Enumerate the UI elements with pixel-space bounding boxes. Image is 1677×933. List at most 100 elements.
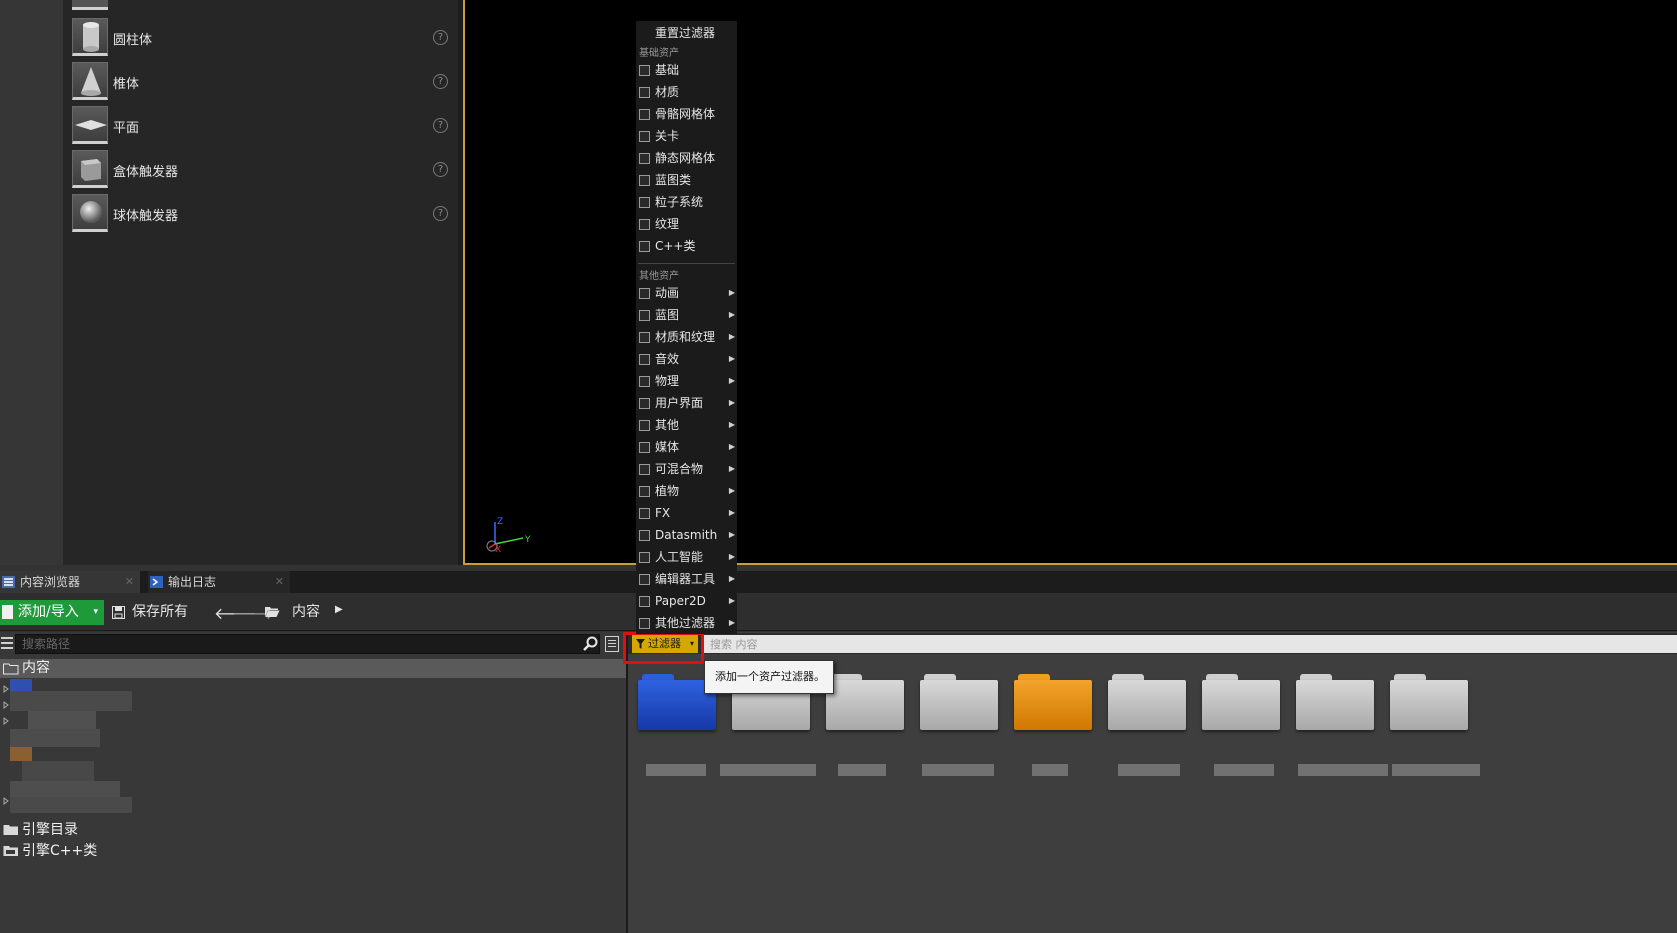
filter-checkbox[interactable] bbox=[639, 175, 650, 186]
tab-content-browser[interactable]: 内容浏览器 ✕ bbox=[0, 571, 140, 593]
filter-submenu-item[interactable]: 编辑器工具 ▶ bbox=[636, 568, 737, 590]
tree-expand-icon[interactable] bbox=[3, 717, 9, 725]
filter-submenu-item[interactable]: 其他 ▶ bbox=[636, 414, 737, 436]
filter-checkbox[interactable] bbox=[639, 618, 650, 629]
open-folder-icon[interactable] bbox=[264, 605, 280, 618]
filter-checkbox[interactable] bbox=[639, 65, 650, 76]
help-icon[interactable]: ? bbox=[433, 118, 448, 133]
filter-submenu-item[interactable]: 音效 ▶ bbox=[636, 348, 737, 370]
filters-button[interactable]: 过滤器 ▾ bbox=[632, 635, 698, 653]
cone-thumbnail-icon bbox=[72, 62, 108, 100]
previous-item-thumbnail[interactable] bbox=[72, 0, 108, 10]
filter-menu-item[interactable]: 关卡 bbox=[636, 125, 737, 147]
filter-submenu-item[interactable]: 植物 ▶ bbox=[636, 480, 737, 502]
breadcrumb-content[interactable]: 内容 bbox=[292, 600, 320, 625]
filter-menu-item[interactable]: C++类 bbox=[636, 235, 737, 257]
filter-menu-label: 音效 bbox=[655, 352, 680, 366]
filter-submenu-item[interactable]: 媒体 ▶ bbox=[636, 436, 737, 458]
place-item-box-trigger[interactable]: 盒体触发器 ? bbox=[63, 147, 458, 191]
filter-menu-item[interactable]: 静态网格体 bbox=[636, 147, 737, 169]
filter-checkbox[interactable] bbox=[639, 332, 650, 343]
cylinder-thumbnail-icon bbox=[72, 18, 108, 56]
asset-folder-tile[interactable] bbox=[920, 674, 1000, 730]
place-item-cone[interactable]: 椎体 ? bbox=[63, 59, 458, 103]
asset-folder-tile[interactable] bbox=[1014, 674, 1094, 730]
close-icon[interactable]: ✕ bbox=[125, 571, 134, 593]
filter-submenu-item[interactable]: FX ▶ bbox=[636, 502, 737, 524]
filter-checkbox[interactable] bbox=[639, 354, 650, 365]
help-icon[interactable]: ? bbox=[433, 206, 448, 221]
tree-item-content[interactable]: 内容 bbox=[0, 659, 626, 678]
filter-submenu-item[interactable]: 其他过滤器 ▶ bbox=[636, 612, 737, 634]
path-search-input[interactable] bbox=[15, 634, 600, 654]
filter-submenu-item[interactable]: 用户界面 ▶ bbox=[636, 392, 737, 414]
tree-item-engine-content[interactable]: 引擎目录 bbox=[0, 820, 200, 840]
filter-checkbox[interactable] bbox=[639, 442, 650, 453]
filter-menu-item[interactable]: 材质 bbox=[636, 81, 737, 103]
filter-menu-label: 用户界面 bbox=[655, 396, 704, 410]
tree-expand-icon[interactable] bbox=[3, 797, 9, 805]
search-icon[interactable] bbox=[583, 636, 598, 651]
filter-checkbox[interactable] bbox=[639, 153, 650, 164]
tree-expand-icon[interactable] bbox=[3, 685, 9, 693]
filter-checkbox[interactable] bbox=[639, 530, 650, 541]
help-icon[interactable]: ? bbox=[433, 74, 448, 89]
save-all-button[interactable]: 保存所有 bbox=[112, 600, 188, 625]
place-item-sphere-trigger[interactable]: 球体触发器 ? bbox=[63, 191, 458, 235]
filter-checkbox[interactable] bbox=[639, 109, 650, 120]
filter-checkbox[interactable] bbox=[639, 420, 650, 431]
filter-submenu-item[interactable]: 材质和纹理 ▶ bbox=[636, 326, 737, 348]
content-search-input[interactable] bbox=[704, 635, 1677, 653]
filter-submenu-item[interactable]: Datasmith ▶ bbox=[636, 524, 737, 546]
asset-folder-tile[interactable] bbox=[1296, 674, 1376, 730]
reset-filters-menu-item[interactable]: 重置过滤器 bbox=[636, 23, 737, 43]
tree-item-label: 内容 bbox=[22, 660, 50, 676]
place-item-plane[interactable]: 平面 ? bbox=[63, 103, 458, 147]
filter-checkbox[interactable] bbox=[639, 552, 650, 563]
close-icon[interactable]: ✕ bbox=[275, 571, 284, 593]
filter-menu-item[interactable]: 纹理 bbox=[636, 213, 737, 235]
asset-folder-tile[interactable] bbox=[826, 674, 906, 730]
filter-menu-item[interactable]: 蓝图类 bbox=[636, 169, 737, 191]
filter-submenu-item[interactable]: 人工智能 ▶ bbox=[636, 546, 737, 568]
filter-checkbox[interactable] bbox=[639, 376, 650, 387]
place-item-cylinder[interactable]: 圆柱体 ? bbox=[63, 15, 458, 59]
filter-checkbox[interactable] bbox=[639, 131, 650, 142]
filter-submenu-item[interactable]: 动画 ▶ bbox=[636, 282, 737, 304]
submenu-arrow-icon: ▶ bbox=[728, 310, 735, 319]
filter-submenu-item[interactable]: 蓝图 ▶ bbox=[636, 304, 737, 326]
filter-checkbox[interactable] bbox=[639, 219, 650, 230]
filter-checkbox[interactable] bbox=[639, 486, 650, 497]
filter-checkbox[interactable] bbox=[639, 197, 650, 208]
submenu-arrow-icon: ▶ bbox=[728, 596, 735, 605]
filter-menu-label: C++类 bbox=[655, 239, 696, 253]
asset-folder-tile[interactable] bbox=[1390, 674, 1470, 730]
filter-menu-item[interactable]: 基础 bbox=[636, 59, 737, 81]
sources-panel-menu-icon[interactable] bbox=[1, 637, 13, 649]
filter-checkbox[interactable] bbox=[639, 310, 650, 321]
filter-menu-item[interactable]: 粒子系统 bbox=[636, 191, 737, 213]
filter-checkbox[interactable] bbox=[639, 398, 650, 409]
asset-folder-tile[interactable] bbox=[1108, 674, 1188, 730]
help-icon[interactable]: ? bbox=[433, 162, 448, 177]
filter-checkbox[interactable] bbox=[639, 574, 650, 585]
filter-checkbox[interactable] bbox=[639, 241, 650, 252]
place-actors-panel: 圆柱体 ? 椎体 ? 平面 ? 盒体触发器 ? 球体触发器 ? bbox=[0, 0, 458, 565]
tree-item-engine-cpp-classes[interactable]: 引擎C++类 bbox=[0, 841, 200, 861]
filter-submenu-item[interactable]: 物理 ▶ bbox=[636, 370, 737, 392]
add-import-button[interactable]: 添加/导入 ▾ bbox=[0, 600, 104, 625]
filter-submenu-item[interactable]: Paper2D ▶ bbox=[636, 590, 737, 612]
filter-checkbox[interactable] bbox=[639, 464, 650, 475]
tree-expand-icon[interactable] bbox=[3, 701, 9, 709]
breadcrumb-arrow-icon[interactable]: ▶ bbox=[335, 604, 343, 615]
path-view-options-icon[interactable] bbox=[605, 636, 619, 652]
filter-checkbox[interactable] bbox=[639, 596, 650, 607]
filter-checkbox[interactable] bbox=[639, 508, 650, 519]
filter-menu-item[interactable]: 骨骼网格体 bbox=[636, 103, 737, 125]
filter-checkbox[interactable] bbox=[639, 87, 650, 98]
tab-output-log[interactable]: 输出日志 ✕ bbox=[148, 571, 290, 593]
filter-submenu-item[interactable]: 可混合物 ▶ bbox=[636, 458, 737, 480]
filter-checkbox[interactable] bbox=[639, 288, 650, 299]
help-icon[interactable]: ? bbox=[433, 30, 448, 45]
asset-folder-tile[interactable] bbox=[1202, 674, 1282, 730]
